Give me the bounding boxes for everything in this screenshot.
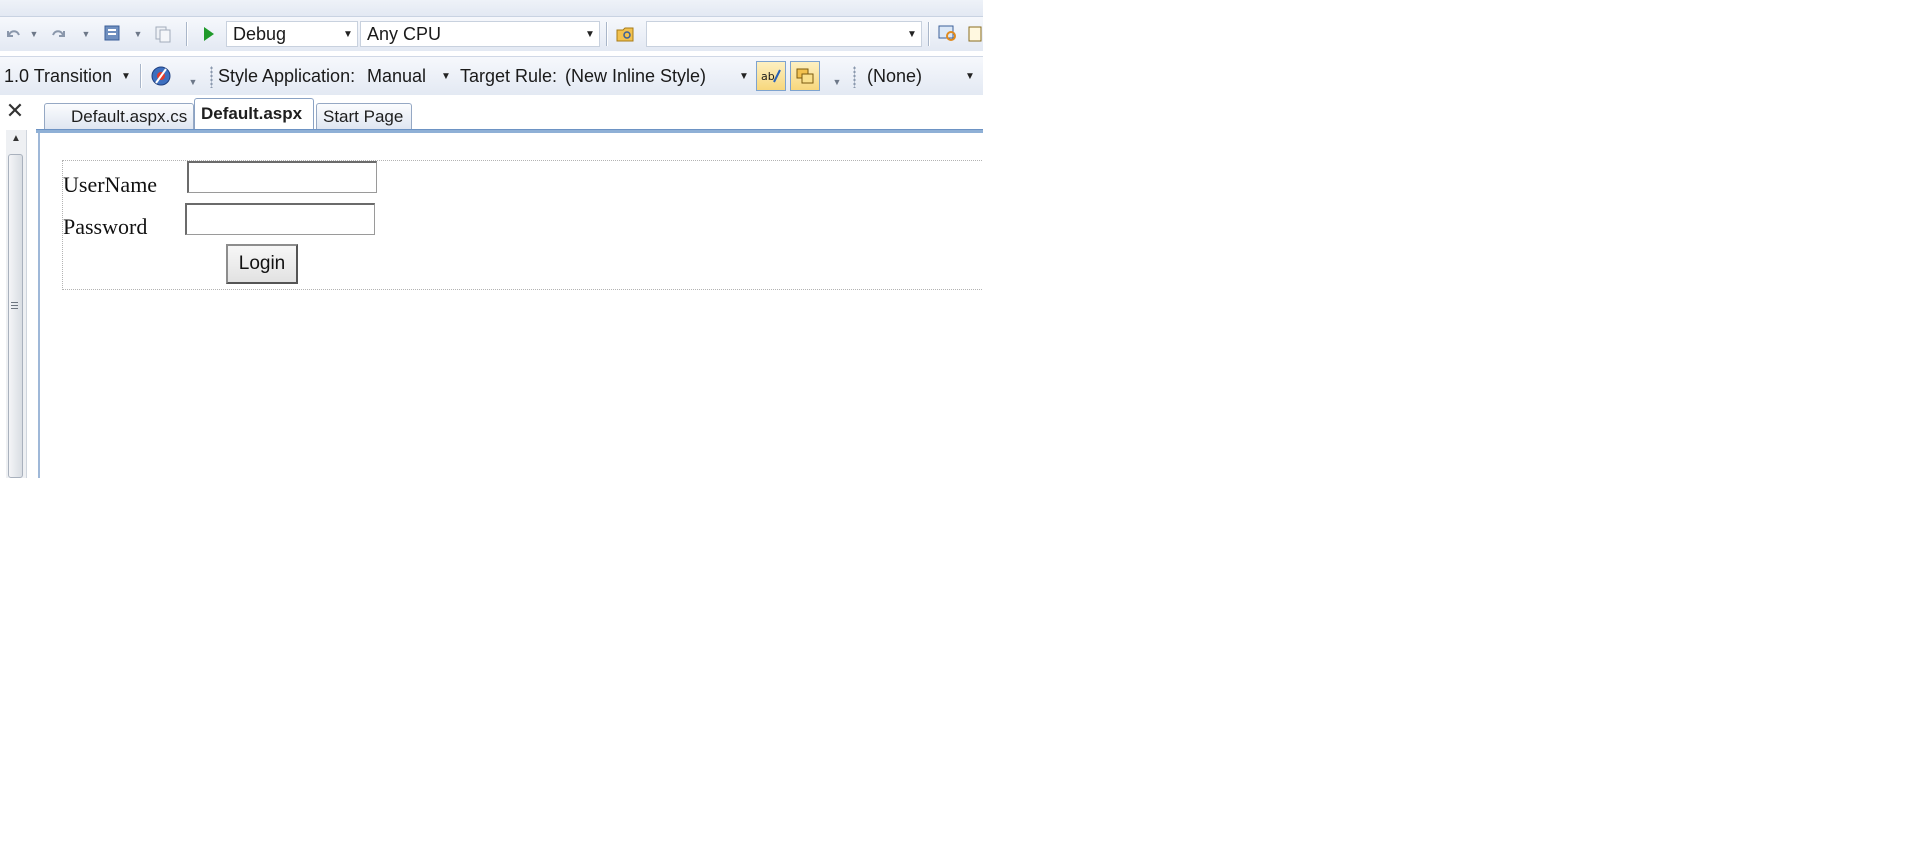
tab-label: Default.aspx [201, 104, 303, 123]
toolbar-overflow-icon[interactable]: ▼ [830, 71, 844, 93]
style-application-toolbar: 1.0 Transition ▼ ▼ Style Application: Ma… [0, 56, 983, 96]
target-rule-combo[interactable]: (New Inline Style) ▼ [558, 63, 754, 89]
start-debug-icon[interactable] [198, 21, 220, 47]
properties-icon[interactable] [966, 21, 983, 47]
toolbar-separator [928, 22, 929, 46]
chevron-down-icon[interactable]: ▼ [339, 22, 357, 46]
doctype-combo[interactable]: 1.0 Transition ▼ [0, 63, 136, 89]
design-surface: UserName Password Login [38, 133, 983, 478]
solution-platform-combo[interactable]: Any CPU ▼ [360, 21, 600, 47]
chevron-down-icon[interactable]: ▼ [961, 64, 979, 88]
tab-default-aspx-cs[interactable]: Default.aspx.cs [44, 103, 194, 129]
check-accessibility-icon[interactable] [146, 62, 176, 90]
scroll-thumb[interactable] [8, 154, 23, 478]
vertical-scrollbar[interactable]: ▲ [6, 130, 27, 478]
style-application-combo[interactable]: Manual ▼ [360, 63, 456, 89]
copy-disabled-icon[interactable] [150, 21, 176, 47]
svg-text:ab: ab [761, 70, 775, 83]
style-application-label: Style Application: [218, 66, 356, 86]
find-in-files-icon[interactable] [612, 21, 640, 47]
toolbar-separator [606, 22, 607, 46]
login-button[interactable]: Login [226, 244, 298, 284]
visual-studio-window: ▼ ▼ ▼ Debug ▼ Any CPU ▼ ▼ 1.0 Transition… [0, 0, 983, 478]
password-input[interactable] [185, 203, 375, 235]
target-rule-label: Target Rule: [460, 66, 558, 86]
toolbar-separator [186, 22, 187, 46]
chevron-down-icon[interactable]: ▼ [581, 22, 599, 46]
class-combo[interactable]: (None) ▼ [862, 63, 980, 89]
tab-default-aspx[interactable]: Default.aspx [194, 98, 314, 129]
undo-icon[interactable] [2, 21, 24, 47]
tab-label: Start Page [323, 106, 404, 126]
chevron-down-icon[interactable]: ▼ [735, 64, 753, 88]
show-overlay-icon[interactable] [790, 61, 820, 91]
chevron-down-icon[interactable]: ▼ [437, 64, 455, 88]
tab-label: Default.aspx.cs [71, 106, 188, 126]
redo-dropdown-icon[interactable]: ▼ [80, 23, 92, 45]
username-input[interactable] [187, 161, 377, 193]
navigate-dropdown-icon[interactable]: ▼ [132, 23, 144, 45]
toolbar-grip[interactable] [210, 66, 213, 88]
standard-toolbar: ▼ ▼ ▼ Debug ▼ Any CPU ▼ ▼ [0, 16, 983, 51]
close-icon[interactable]: ✕ [4, 100, 26, 122]
toolbar-overflow-icon[interactable]: ▼ [186, 71, 200, 93]
solution-configuration-value: Debug [233, 23, 287, 44]
apply-new-style-icon[interactable]: ab [756, 61, 786, 91]
chevron-down-icon[interactable]: ▼ [903, 22, 921, 46]
target-rule-value: (New Inline Style) [565, 65, 707, 86]
toolbar-separator [140, 64, 141, 88]
class-combo-value: (None) [867, 65, 923, 86]
solution-platform-value: Any CPU [367, 23, 442, 44]
chevron-down-icon[interactable]: ▼ [117, 64, 135, 88]
doctype-value: 1.0 Transition [4, 65, 113, 86]
tab-start-page[interactable]: Start Page [316, 103, 412, 129]
undo-dropdown-icon[interactable]: ▼ [28, 23, 40, 45]
scroll-up-icon[interactable]: ▲ [6, 130, 26, 148]
toolbar-grip[interactable] [853, 66, 856, 88]
username-label: UserName [63, 172, 158, 197]
menu-strip-remnant [0, 0, 983, 16]
navigate-icon[interactable] [100, 21, 126, 47]
login-form-container: UserName Password Login [62, 160, 983, 290]
redo-icon[interactable] [48, 21, 70, 47]
find-combo[interactable]: ▼ [646, 21, 922, 47]
password-label: Password [63, 214, 148, 239]
scroll-grip-icon [11, 302, 18, 311]
solution-configuration-combo[interactable]: Debug ▼ [226, 21, 358, 47]
style-application-value: Manual [367, 65, 427, 86]
solution-explorer-icon[interactable] [934, 21, 962, 47]
